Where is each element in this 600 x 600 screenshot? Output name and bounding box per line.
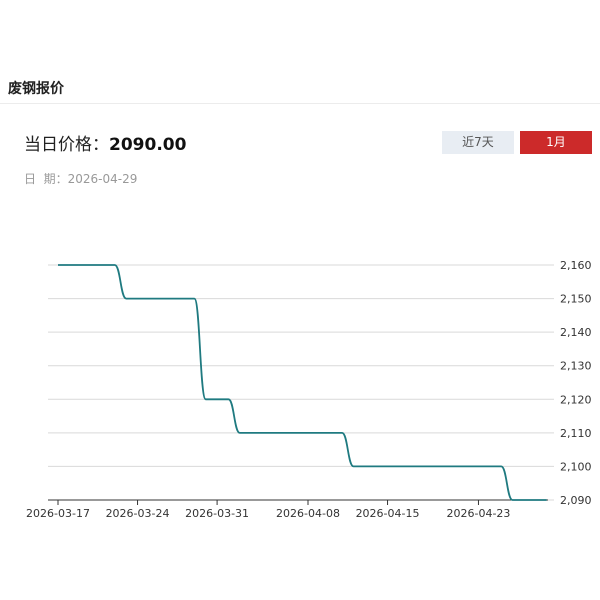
y-tick-label: 2,160 [560, 259, 592, 272]
data-point [284, 431, 287, 434]
data-point [511, 499, 514, 502]
y-tick-label: 2,100 [560, 460, 592, 473]
data-point [182, 297, 185, 300]
data-point [250, 431, 253, 434]
x-tick-label: 2026-03-17 [26, 507, 90, 520]
data-point [102, 264, 105, 267]
data-point [522, 499, 525, 502]
data-point [57, 264, 60, 267]
data-point [261, 431, 264, 434]
data-point [136, 297, 139, 300]
section-title: 废钢报价 [8, 81, 64, 97]
data-point [375, 465, 378, 468]
data-point [227, 398, 230, 401]
data-point [91, 264, 94, 267]
data-point [386, 465, 389, 468]
data-point [477, 465, 480, 468]
data-point [352, 465, 355, 468]
data-point [147, 297, 150, 300]
data-point [238, 431, 241, 434]
x-tick-label: 2026-03-24 [106, 507, 170, 520]
price-series-line [58, 264, 547, 501]
data-point [420, 465, 423, 468]
data-point [397, 465, 400, 468]
data-point [363, 465, 366, 468]
data-point [216, 398, 219, 401]
y-tick-label: 2,110 [560, 427, 592, 440]
price-date: 日 期：2026-04-29 [24, 170, 137, 187]
price-value: 2090.00 [109, 135, 187, 155]
x-tick-label: 2026-04-15 [356, 507, 420, 520]
data-point [193, 297, 196, 300]
data-point [466, 465, 469, 468]
data-point [68, 264, 71, 267]
title-divider [0, 103, 600, 104]
data-point [329, 431, 332, 434]
y-tick-label: 2,130 [560, 360, 592, 373]
data-point [125, 297, 128, 300]
data-point [432, 465, 435, 468]
data-point [488, 465, 491, 468]
data-point [159, 297, 162, 300]
y-tick-label: 2,120 [560, 393, 592, 406]
x-tick-label: 2026-03-31 [185, 507, 249, 520]
data-point [534, 499, 537, 502]
y-tick-label: 2,150 [560, 293, 592, 306]
data-point [318, 431, 321, 434]
data-point [170, 297, 173, 300]
data-point [295, 431, 298, 434]
data-point [443, 465, 446, 468]
data-point [204, 398, 207, 401]
data-point [454, 465, 457, 468]
date-value: 2026-04-29 [67, 172, 138, 186]
current-price: 当日价格： 2090.00 [24, 130, 186, 155]
data-point [341, 431, 344, 434]
data-point [545, 499, 548, 502]
range-1-month-button[interactable]: 1月 [520, 131, 592, 154]
date-label: 日 期： [24, 172, 68, 186]
range-7-days-button[interactable]: 近7天 [442, 131, 514, 154]
price-label: 当日价格： [24, 135, 109, 155]
data-point [113, 264, 116, 267]
price-line-chart: 2,090 2,100 2,110 2,120 2,130 2,140 2,150 2,160… [26, 259, 592, 520]
x-tick-label: 2026-04-23 [446, 507, 510, 520]
y-tick-label: 2,140 [560, 326, 592, 339]
data-point [500, 465, 503, 468]
y-tick-label: 2,090 [560, 494, 592, 507]
x-tick-label: 2026-04-08 [276, 507, 340, 520]
data-point [409, 465, 412, 468]
data-point [79, 264, 82, 267]
data-point [272, 431, 275, 434]
data-point [307, 431, 310, 434]
